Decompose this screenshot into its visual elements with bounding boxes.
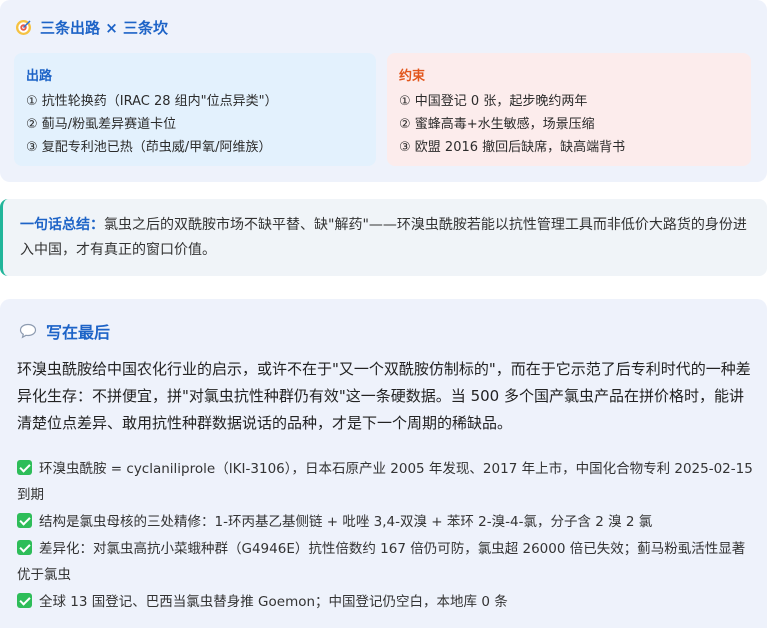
check-icon [17, 513, 32, 528]
limit-item: ③ 欧盟 2016 撤回后缺席，缺高端背书 [399, 140, 626, 155]
exit-title: 出路 [26, 69, 53, 84]
speech-bubble-icon [19, 323, 37, 339]
list-item-text: 全球 13 国登记、巴西当氯虫替身推 Goemon；中国登记仍空白，本地库 0 … [39, 594, 508, 610]
list-item: 全球 13 国登记、巴西当氯虫替身推 Goemon；中国登记仍空白，本地库 0 … [17, 589, 757, 615]
one-line-summary: 一句话总结：氯虫之后的双酰胺市场不缺平替、缺"解药"——环溴虫酰胺若能以抗性管理… [0, 199, 767, 276]
three-paths-title: 三条出路 × 三条坎 [40, 19, 169, 37]
target-icon [15, 19, 32, 36]
check-icon [17, 460, 32, 475]
exit-item: ① 抗性轮换药（IRAC 28 组内"位点异类"） [26, 94, 278, 109]
summary-text: 氯虫之后的双酰胺市场不缺平替、缺"解药"——环溴虫酰胺若能以抗性管理工具而非低价… [20, 217, 747, 258]
three-paths-card: 三条出路 × 三条坎 出路 ① 抗性轮换药（IRAC 28 组内"位点异类"） … [0, 0, 767, 182]
limit-item: ② 蜜蜂高毒+水生敏感，场景压缩 [399, 117, 595, 132]
list-item-text: 差异化：对氯虫高抗小菜蛾种群（G4946E）抗性倍数约 167 倍仍可防，氯虫超… [17, 541, 746, 583]
limit-item: ① 中国登记 0 张，起步晚约两年 [399, 94, 588, 109]
exit-item: ② 蓟马/粉虱差异赛道卡位 [26, 117, 177, 132]
closing-intro: 环溴虫酰胺给中国农化行业的启示，或许不在于"又一个双酰胺仿制标的"，而在于它示范… [17, 360, 751, 432]
list-item: 结构是氯虫母核的三处精修：1-环丙基乙基侧链 + 吡唑 3,4-双溴 + 苯环 … [17, 509, 757, 535]
limit-box: 约束 ① 中国登记 0 张，起步晚约两年 ② 蜜蜂高毒+水生敏感，场景压缩 ③ … [387, 53, 751, 166]
closing-card: 写在最后 环溴虫酰胺给中国农化行业的启示，或许不在于"又一个双酰胺仿制标的"，而… [0, 299, 767, 628]
exit-box: 出路 ① 抗性轮换药（IRAC 28 组内"位点异类"） ② 蓟马/粉虱差异赛道… [14, 53, 376, 166]
closing-title: 写在最后 [46, 323, 111, 342]
list-item-text: 结构是氯虫母核的三处精修：1-环丙基乙基侧链 + 吡唑 3,4-双溴 + 苯环 … [39, 514, 653, 530]
exit-item: ③ 复配专利池已热（茚虫威/甲氧/阿维族） [26, 140, 272, 155]
limit-title: 约束 [399, 69, 426, 84]
key-points-list: 环溴虫酰胺 = cyclaniliprole（IKI-3106），日本石原产业 … [17, 456, 757, 616]
list-item-text: 环溴虫酰胺 = cyclaniliprole（IKI-3106），日本石原产业 … [17, 461, 753, 503]
list-item: 环溴虫酰胺 = cyclaniliprole（IKI-3106），日本石原产业 … [17, 456, 757, 508]
summary-label: 一句话总结： [20, 217, 104, 233]
list-item: 差异化：对氯虫高抗小菜蛾种群（G4946E）抗性倍数约 167 倍仍可防，氯虫超… [17, 536, 757, 588]
three-paths-header: 三条出路 × 三条坎 [15, 17, 168, 38]
check-icon [17, 540, 32, 555]
check-icon [17, 593, 32, 608]
closing-header: 写在最后 [19, 319, 110, 343]
